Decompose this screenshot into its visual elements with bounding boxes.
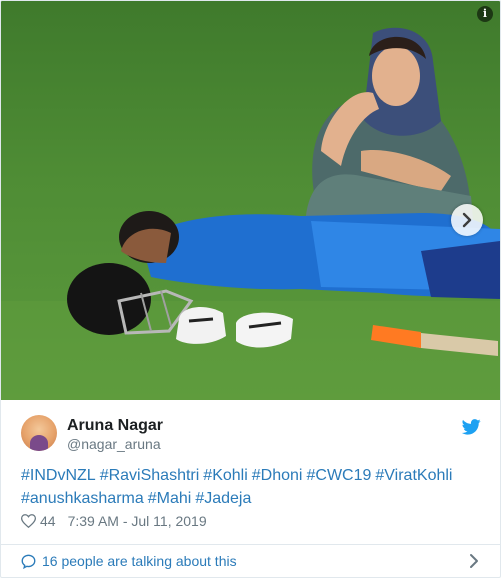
hashtag-link[interactable]: #anushkasharma — [21, 490, 144, 507]
chevron-right-icon — [462, 212, 472, 228]
photo-illustration — [1, 27, 500, 400]
tweet-text-line-1: #INDvNZL #RaviShashtri #Kohli #Dhoni #CWC19 #… — [21, 464, 486, 487]
hashtag-link[interactable]: #Jadeja — [195, 490, 251, 507]
divider — [1, 544, 500, 545]
twitter-bird-icon[interactable] — [462, 419, 481, 435]
tweet-text: #INDvNZL #RaviShashtri #Kohli #Dhoni #CWC19 #… — [21, 464, 486, 510]
speech-bubble-icon — [21, 554, 36, 569]
hashtag-link[interactable]: #CWC19 — [306, 467, 371, 484]
conversation-link[interactable]: 16 people are talking about this — [21, 553, 481, 569]
tweet-timestamp[interactable]: 7:39 AM - Jul 11, 2019 — [68, 513, 207, 529]
talking-label: 16 people are talking about this — [42, 553, 237, 569]
heart-icon[interactable] — [21, 514, 36, 528]
author-name[interactable]: Aruna Nagar — [67, 417, 163, 435]
tweet-photo[interactable]: i — [1, 1, 500, 400]
hashtag-link[interactable]: #Dhoni — [252, 467, 303, 484]
hashtag-link[interactable]: #INDvNZL — [21, 467, 96, 484]
chevron-right-icon — [470, 554, 478, 568]
hashtag-link[interactable]: #Mahi — [148, 490, 192, 507]
tweet-meta: 44 7:39 AM - Jul 11, 2019 — [21, 513, 207, 529]
next-photo-button[interactable] — [451, 204, 483, 236]
hashtag-link[interactable]: #ViratKohli — [375, 467, 452, 484]
tweet-header: Aruna Nagar @nagar_aruna — [21, 415, 481, 455]
author-handle[interactable]: @nagar_aruna — [67, 436, 161, 452]
tweet-card: i Aruna Nagar @nagar_aruna #INDvNZL #Ravi… — [0, 0, 501, 578]
tweet-text-line-2: #anushkasharma #Mahi #Jadeja — [21, 487, 486, 510]
like-count[interactable]: 44 — [40, 513, 56, 529]
hashtag-link[interactable]: #Kohli — [203, 467, 247, 484]
hashtag-link[interactable]: #RaviShashtri — [100, 467, 200, 484]
info-icon[interactable]: i — [477, 6, 493, 22]
avatar[interactable] — [21, 415, 57, 451]
